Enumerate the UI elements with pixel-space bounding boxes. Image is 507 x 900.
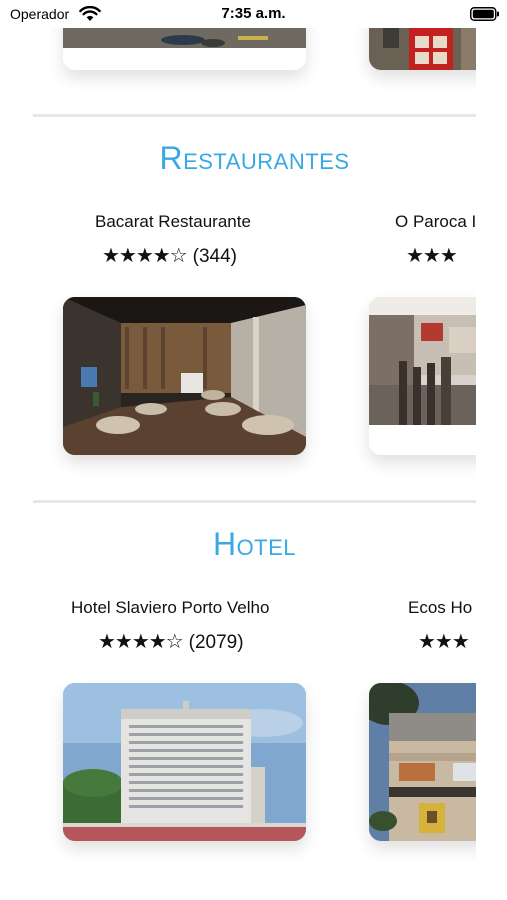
rating-stars-icon: ★★★ <box>418 631 470 653</box>
place-name: O Paroca I <box>395 212 476 231</box>
restaurant-photo <box>63 297 306 455</box>
section-divider <box>33 114 476 117</box>
scroll-view[interactable]: Restaurantes Bacarat Restaurante ★★★★☆ (3… <box>0 28 476 900</box>
place-rating: ★★★★☆ (2079) <box>98 629 244 654</box>
clock: 7:35 a.m. <box>221 5 286 22</box>
place-rating: ★★★★☆ (344) <box>102 243 237 268</box>
section-title-hotel: Hotel <box>212 526 297 562</box>
restaurant-photo <box>369 297 476 455</box>
place-card-o-paroca[interactable] <box>369 297 476 455</box>
place-name: Bacarat Restaurante <box>95 212 251 231</box>
place-photo <box>369 28 476 70</box>
previous-place-card-1[interactable] <box>63 28 306 70</box>
place-name: Hotel Slaviero Porto Velho <box>71 598 270 617</box>
place-card-slaviero[interactable] <box>63 683 306 841</box>
rating-stars-icon: ★★★★☆ <box>98 631 184 653</box>
previous-place-card-2[interactable] <box>369 28 476 70</box>
hotel-photo <box>369 683 476 841</box>
battery-icon <box>470 7 499 21</box>
status-bar: Operador 7:35 a.m. <box>0 0 507 28</box>
place-card-ecos[interactable] <box>369 683 476 841</box>
section-divider <box>33 500 476 503</box>
hotel-photo <box>63 683 306 841</box>
section-title-restaurantes: Restaurantes <box>159 140 350 176</box>
place-card-bacarat[interactable] <box>63 297 306 455</box>
rating-stars-icon: ★★★★☆ <box>102 245 188 267</box>
place-rating: ★★★ <box>406 243 458 268</box>
review-count: (344) <box>192 246 238 267</box>
place-rating: ★★★ <box>418 629 470 654</box>
place-photo <box>63 28 306 70</box>
place-name: Ecos Ho <box>408 598 473 617</box>
review-count: (2079) <box>188 632 244 653</box>
rating-stars-icon: ★★★ <box>406 245 458 267</box>
